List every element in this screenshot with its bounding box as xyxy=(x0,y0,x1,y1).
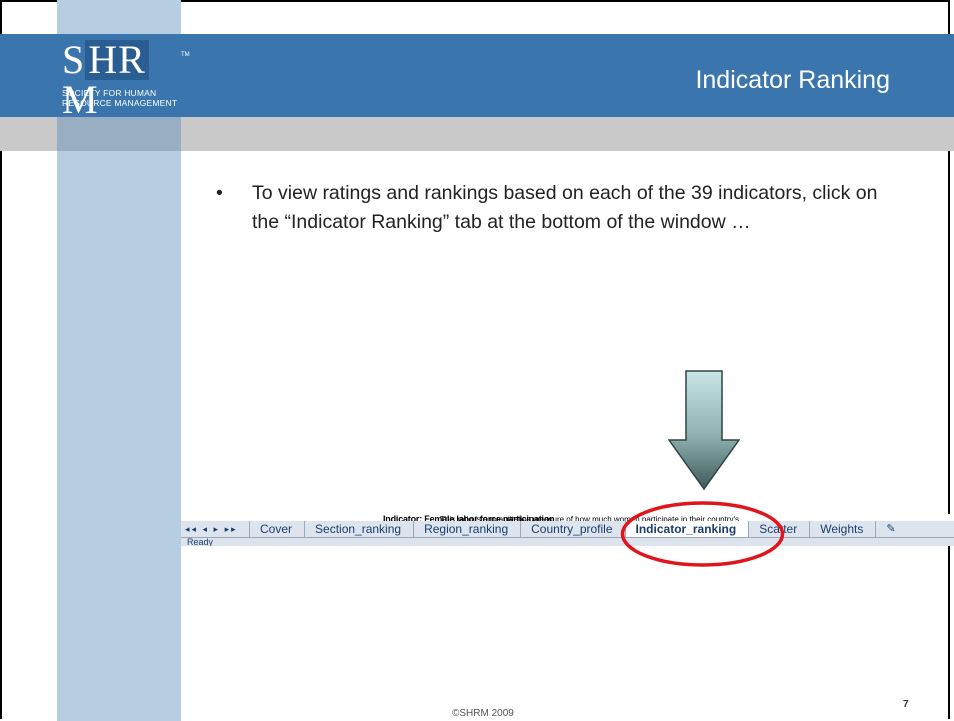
tab-cover[interactable]: Cover xyxy=(249,521,304,537)
slide-title: Indicator Ranking xyxy=(695,66,890,94)
sheet-tab-bar: ◂◂ ◂ ▸ ▸▸ Cover Section_ranking Region_r… xyxy=(181,521,954,538)
footer-copyright: ©SHRM 2009 xyxy=(452,708,514,719)
logo-subtitle-line1: SOCIETY FOR HUMAN xyxy=(62,88,157,98)
insert-sheet-icon[interactable]: ✎ xyxy=(875,521,907,537)
sheet-nav-controls[interactable]: ◂◂ ◂ ▸ ▸▸ xyxy=(181,524,249,535)
stripe-band-overlap xyxy=(57,117,181,151)
embedded-excel-screenshot: Indicator: Female labor force participat… xyxy=(181,514,954,546)
highlight-circle xyxy=(620,501,785,567)
bullet-item: • To view ratings and rankings based on … xyxy=(216,179,906,237)
tab-weights[interactable]: Weights xyxy=(809,521,875,537)
logo-mark: SHRM xyxy=(62,40,181,120)
tab-country-profile[interactable]: Country_profile xyxy=(520,521,624,537)
tab-region-ranking[interactable]: Region_ranking xyxy=(413,521,520,537)
logo-subtitle: SOCIETY FOR HUMAN RESOURCE MANAGEMENT xyxy=(62,88,177,108)
logo-subtitle-line2: RESOURCE MANAGEMENT xyxy=(62,98,178,108)
bullet-symbol: • xyxy=(216,182,223,204)
shrm-logo: SHRM TM SOCIETY FOR HUMAN RESOURCE MANAG… xyxy=(57,34,190,120)
bullet-text: To view ratings and rankings based on ea… xyxy=(252,182,878,233)
tab-section-ranking[interactable]: Section_ranking xyxy=(304,521,413,537)
page-number: 7 xyxy=(903,699,909,710)
down-arrow-icon xyxy=(668,370,740,490)
status-bar: Ready xyxy=(181,538,954,546)
logo-letters: SHRM xyxy=(62,37,149,122)
trademark-symbol: TM xyxy=(181,52,190,58)
